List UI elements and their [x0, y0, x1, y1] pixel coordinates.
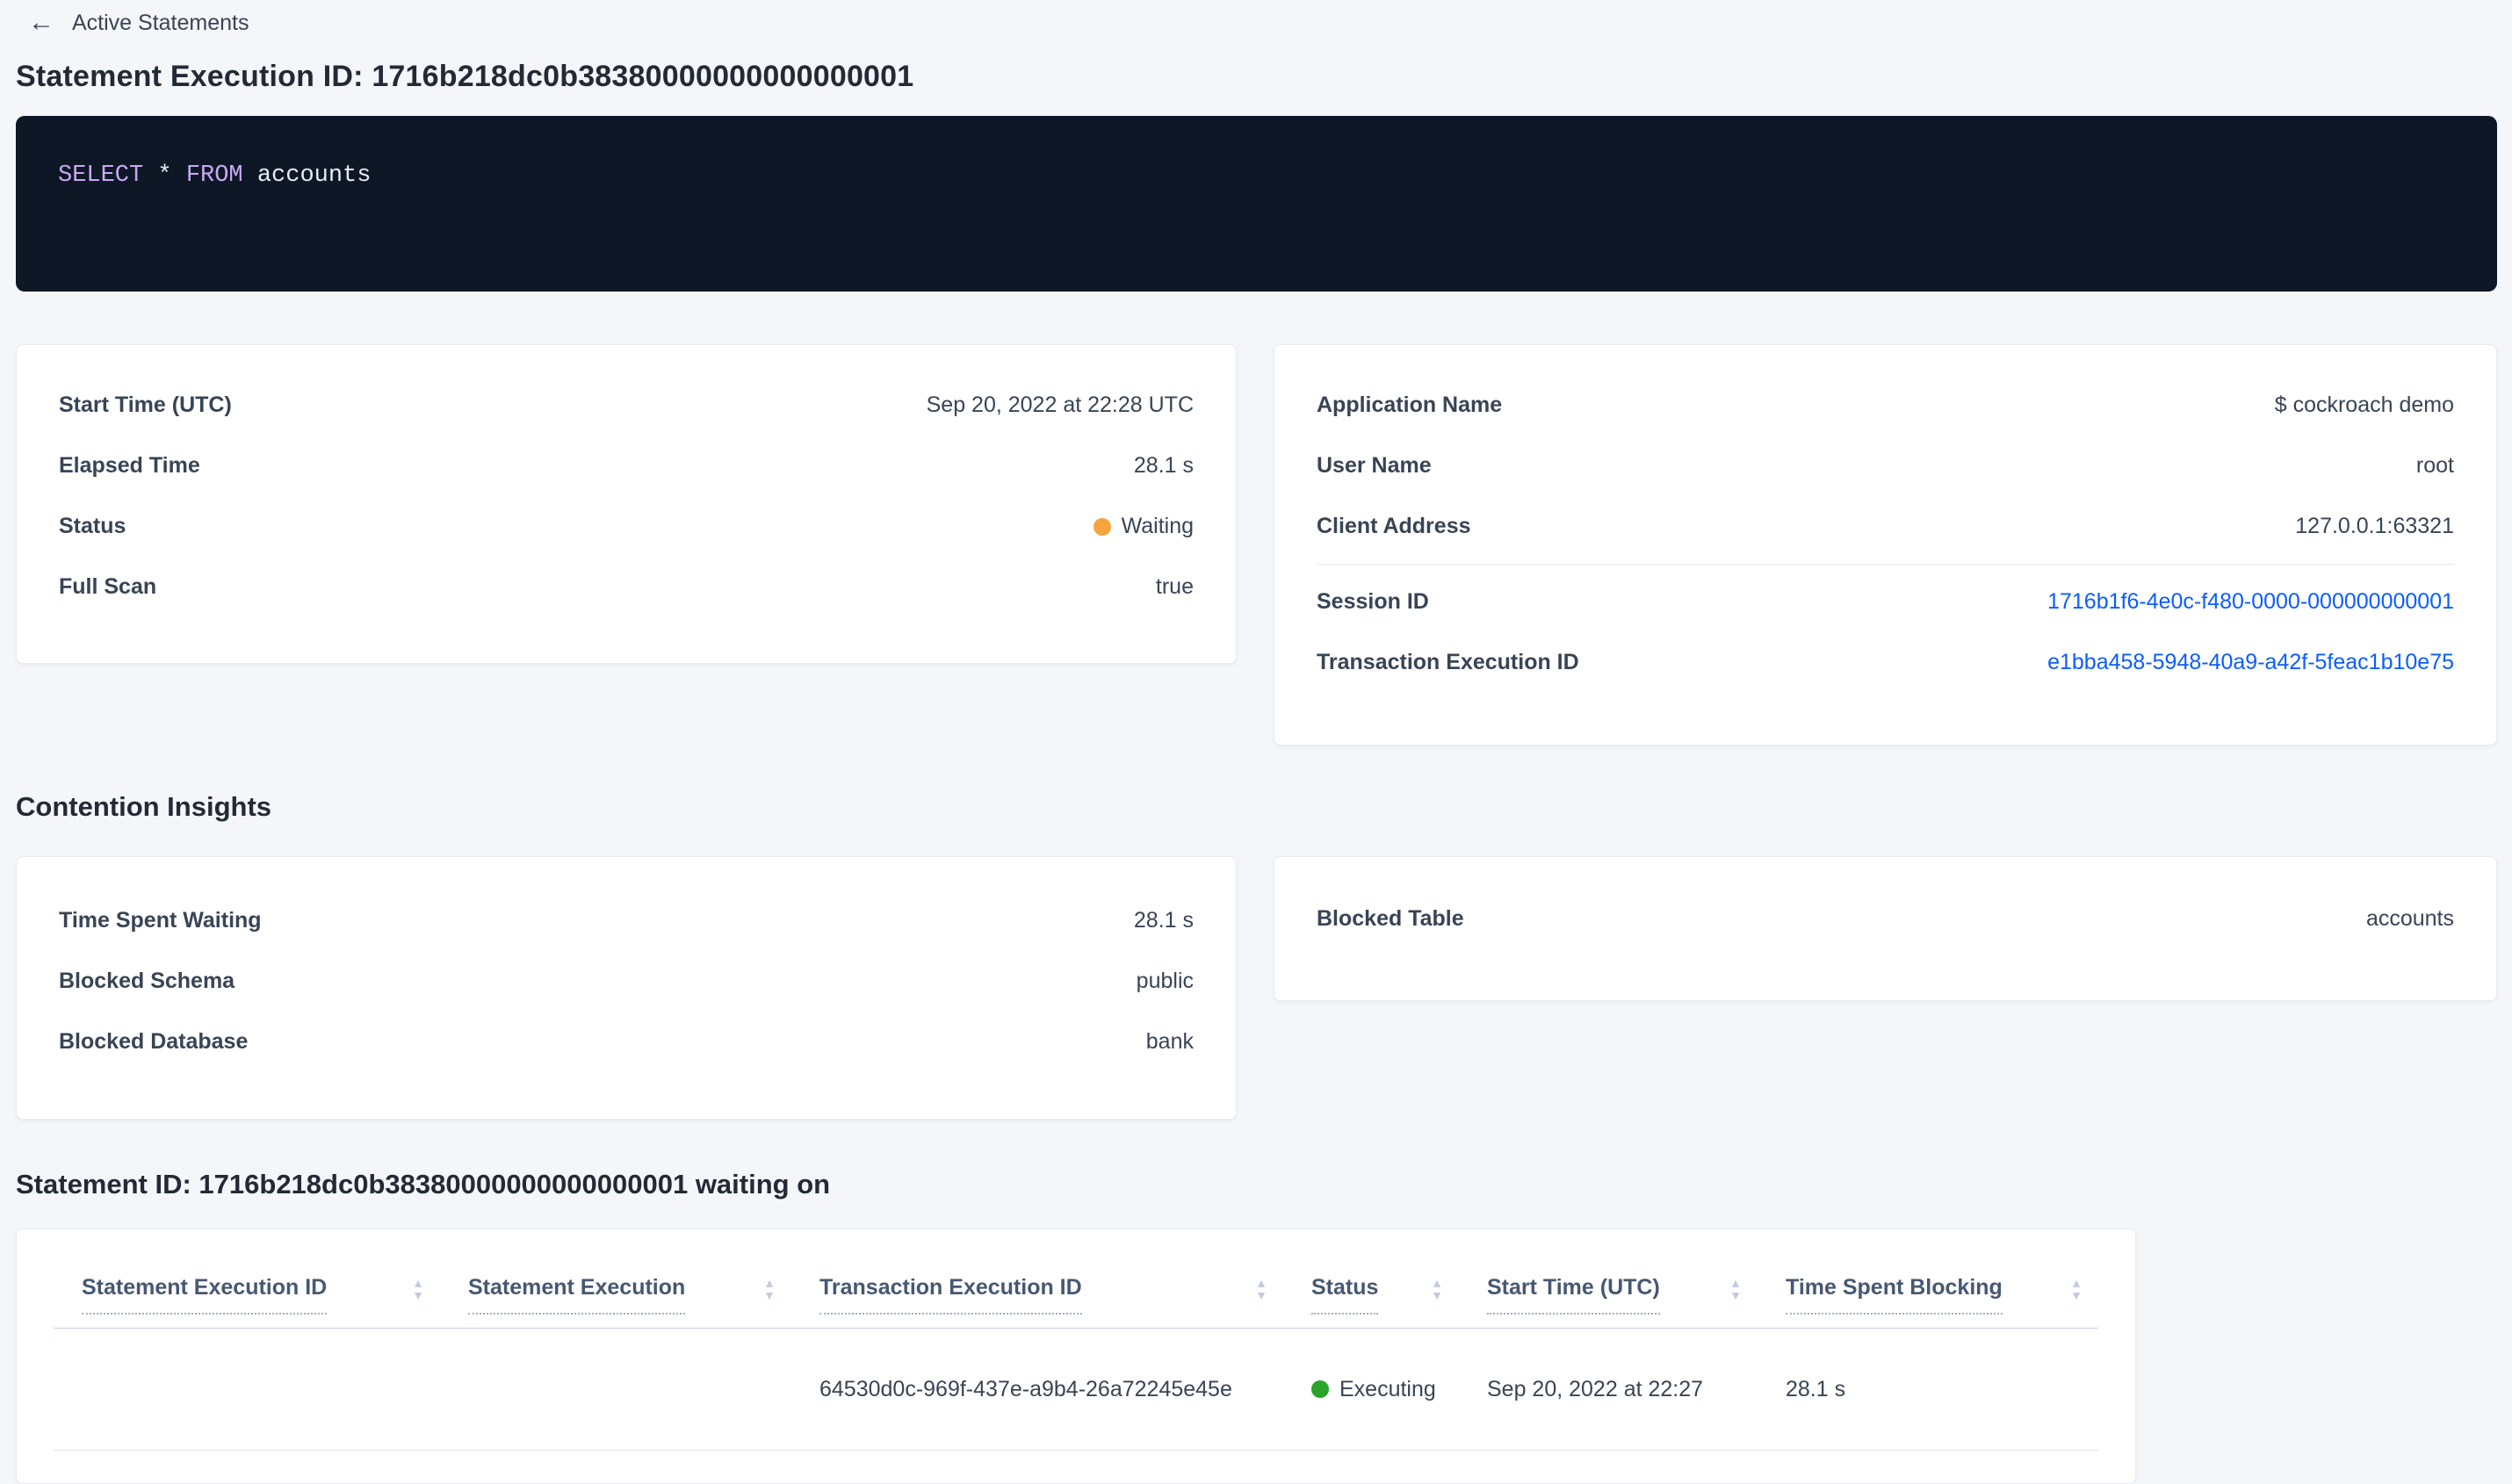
executing-status-dot-icon	[1311, 1380, 1329, 1398]
table-header-row: Statement Execution ID ▲ ▼ Statement Exec…	[54, 1229, 2098, 1329]
session-id-row: Session ID 1716b1f6-4e0c-f480-0000-00000…	[1317, 572, 2454, 632]
waiting-statements-table: Statement Execution ID ▲ ▼ Statement Exec…	[16, 1228, 2136, 1484]
blocked-table-value: accounts	[2365, 906, 2454, 931]
user-name-row: User Name root	[1317, 436, 2454, 496]
session-id-link[interactable]: 1716b1f6-4e0c-f480-0000-000000000001	[2047, 589, 2454, 615]
transaction-execution-id-link[interactable]: e1bba458-5948-40a9-a42f-5feac1b10e75	[2047, 650, 2454, 675]
executing-status-text: Executing	[1339, 1376, 1436, 1401]
execution-attributes-card: Start Time (UTC) Sep 20, 2022 at 22:28 U…	[16, 344, 1237, 664]
client-address-value: 127.0.0.1:63321	[2295, 514, 2454, 538]
application-name-row: Application Name $ cockroach demo	[1317, 375, 2454, 436]
application-name-label: Application Name	[1317, 393, 1503, 417]
cell-time-spent-blocking: 28.1 s	[1786, 1376, 1846, 1401]
column-header-statement-execution[interactable]: Statement Execution ▲ ▼	[440, 1243, 791, 1315]
user-name-label: User Name	[1317, 453, 1432, 478]
user-name-value: root	[2415, 453, 2454, 478]
contention-insights-heading: Contention Insights	[16, 791, 272, 822]
session-attributes-card: Application Name $ cockroach demo User N…	[1274, 344, 2497, 746]
blocked-table-label: Blocked Table	[1317, 906, 1464, 931]
sql-star: *	[157, 162, 172, 189]
column-header-time-spent-blocking[interactable]: Time Spent Blocking ▲ ▼	[1758, 1243, 2098, 1315]
sql-from-keyword: FROM	[185, 162, 243, 189]
sort-icon: ▲ ▼	[2070, 1275, 2083, 1302]
time-spent-waiting-row: Time Spent Waiting 28.1 s	[59, 890, 1194, 951]
column-header-status[interactable]: Status ▲ ▼	[1283, 1243, 1459, 1315]
blocked-schema-row: Blocked Schema public	[59, 951, 1194, 1012]
sort-icon: ▲ ▼	[1431, 1275, 1443, 1302]
sql-statement-box: SELECT * FROM accounts	[16, 116, 2497, 292]
client-address-row: Client Address 127.0.0.1:63321	[1317, 496, 2454, 557]
table-row: 64530d0c-969f-437e-a9b4-26a72245e45e Exe…	[54, 1329, 2098, 1451]
sql-table-name: accounts	[256, 162, 372, 189]
sort-icon: ▲ ▼	[763, 1275, 776, 1302]
blocked-database-row: Blocked Database bank	[59, 1012, 1194, 1072]
page-title: Statement Execution ID: 1716b218dc0b3838…	[16, 60, 914, 93]
full-scan-value: true	[1155, 574, 1194, 599]
time-spent-waiting-label: Time Spent Waiting	[59, 908, 262, 933]
start-time-value: Sep 20, 2022 at 22:28 UTC	[926, 393, 1194, 417]
back-link[interactable]: ← Active Statements	[16, 0, 249, 39]
sort-icon: ▲ ▼	[1255, 1275, 1267, 1302]
cell-status: Executing	[1283, 1377, 1459, 1402]
transaction-execution-id-label: Transaction Execution ID	[1317, 650, 1579, 674]
status-label: Status	[59, 514, 126, 538]
start-time-row: Start Time (UTC) Sep 20, 2022 at 22:28 U…	[59, 375, 1194, 436]
contention-cards-row: Time Spent Waiting 28.1 s Blocked Schema…	[16, 856, 2497, 1120]
application-name-value: $ cockroach demo	[2274, 393, 2454, 417]
card-divider	[1317, 564, 2454, 565]
blocked-database-value: bank	[1145, 1029, 1194, 1054]
blocked-schema-label: Blocked Schema	[59, 969, 235, 993]
back-arrow-icon: ←	[28, 8, 54, 37]
cell-start-time: Sep 20, 2022 at 22:27	[1487, 1376, 1704, 1401]
overview-cards-row: Start Time (UTC) Sep 20, 2022 at 22:28 U…	[16, 344, 2497, 746]
blocked-table-row: Blocked Table accounts	[1317, 889, 2454, 949]
full-scan-row: Full Scan true	[59, 557, 1194, 617]
waiting-on-heading: Statement ID: 1716b218dc0b38380000000000…	[16, 1169, 831, 1199]
column-header-transaction-execution-id[interactable]: Transaction Execution ID ▲ ▼	[791, 1243, 1283, 1315]
start-time-label: Start Time (UTC)	[59, 393, 232, 417]
client-address-label: Client Address	[1317, 514, 1471, 538]
transaction-execution-id-row: Transaction Execution ID e1bba458-5948-4…	[1317, 632, 2454, 693]
status-row: Status Waiting	[59, 496, 1194, 557]
column-header-statement-execution-id[interactable]: Statement Execution ID ▲ ▼	[54, 1243, 440, 1315]
elapsed-time-row: Elapsed Time 28.1 s	[59, 436, 1194, 496]
cell-transaction-execution-id: 64530d0c-969f-437e-a9b4-26a72245e45e	[819, 1376, 1232, 1401]
elapsed-time-label: Elapsed Time	[59, 453, 200, 478]
sort-icon: ▲ ▼	[412, 1275, 424, 1302]
contention-details-card: Time Spent Waiting 28.1 s Blocked Schema…	[16, 856, 1237, 1120]
time-spent-waiting-value: 28.1 s	[1133, 908, 1194, 933]
status-text: Waiting	[1121, 514, 1194, 538]
waiting-status-dot-icon	[1093, 517, 1111, 536]
back-link-label: Active Statements	[72, 10, 249, 35]
session-id-label: Session ID	[1317, 589, 1429, 614]
status-value: Waiting	[1093, 514, 1194, 539]
blocked-table-card: Blocked Table accounts	[1274, 856, 2497, 1001]
column-header-start-time[interactable]: Start Time (UTC) ▲ ▼	[1459, 1243, 1758, 1315]
blocked-schema-value: public	[1136, 969, 1194, 993]
sort-icon: ▲ ▼	[1729, 1275, 1742, 1302]
elapsed-time-value: 28.1 s	[1133, 453, 1194, 478]
blocked-database-label: Blocked Database	[59, 1029, 249, 1054]
statement-details-page: ← Active Statements Statement Execution …	[0, 0, 2512, 1484]
full-scan-label: Full Scan	[59, 574, 157, 599]
sql-select-keyword: SELECT	[58, 162, 144, 189]
